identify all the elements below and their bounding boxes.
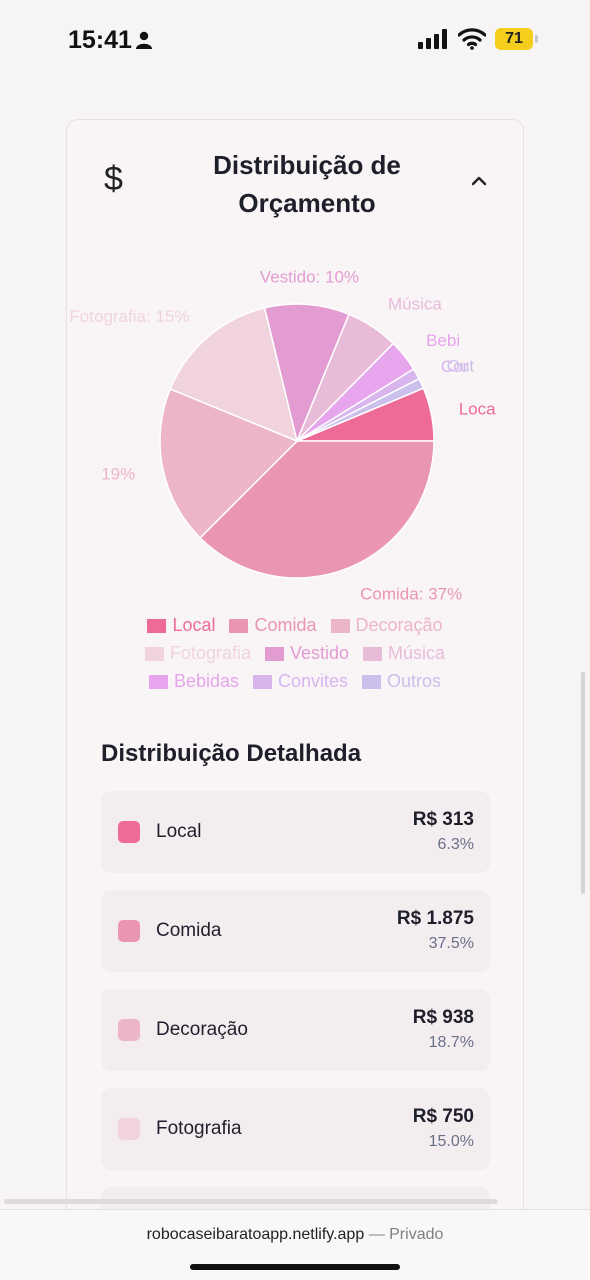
person-icon [136,31,152,49]
battery-tip [535,35,538,43]
legend-swatch [363,646,383,661]
status-bar: 15:41 71 [0,0,590,80]
browser-url-bar[interactable]: robocaseibaratoapp.netlify.app — Privado [0,1209,590,1280]
legend-item-convites[interactable]: Convites [253,671,348,692]
legend-swatch [253,674,272,689]
private-mode-label: — Privado [368,1226,444,1243]
legend-item-música[interactable]: Música [363,643,445,664]
detail-name: Comida [156,920,222,941]
detail-row-comida: Comida R$ 1.875 37.5% [101,890,490,972]
wifi-icon [458,28,486,50]
home-indicator[interactable] [190,1264,400,1270]
signal-icon [418,29,447,49]
detail-name: Fotografia [156,1118,242,1139]
pie-chart: Loca Comida: 37% 19% Fotografia: 15% Vestido… [69,267,496,603]
pie-label-vestido: Vestido: 10% [260,267,359,286]
legend-label: Música [388,643,446,663]
detail-amount: R$ 313 [412,809,474,830]
pie-label-comida: Comida: 37% [360,584,462,603]
detail-title: Distribuição Detalhada [101,740,362,767]
chart-legend: Local Comida Decoração Fotografia Vestido Mús… [67,615,523,692]
detail-percent: 6.3% [437,836,474,853]
status-time: 15:41 [68,26,132,54]
legend-swatch [264,646,284,661]
detail-row-decoração: Decoração R$ 938 18.7% [101,989,490,1071]
detail-swatch [118,920,140,942]
detail-list: Local R$ 313 6.3% Comida R$ 1.875 37.5% Decora… [101,791,490,1280]
legend-swatch [148,674,168,689]
horizontal-scrollbar[interactable] [4,1199,498,1204]
card-title: Distribuição de Orçamento [213,150,401,218]
detail-row-fotografia: Fotografia R$ 750 15.0% [101,1088,490,1170]
detail-amount: R$ 938 [412,1007,474,1028]
pie-label-local: Loca [459,400,496,419]
url-text[interactable]: robocaseibaratoapp.netlify.app — Privado [0,1226,590,1244]
legend-item-vestido[interactable]: Vestido [264,643,350,664]
legend-item-comida[interactable]: Comida [229,615,317,636]
legend-label: Outros [387,671,442,691]
detail-percent: 15.0% [428,1133,474,1150]
pie-label-decoração: 19% [101,464,135,483]
chevron-up-icon[interactable] [470,174,488,188]
detail-percent: 18.7% [428,1034,474,1051]
legend-label: Local [172,615,216,635]
legend-swatch [330,618,350,633]
detail-swatch [118,1019,140,1041]
legend-label: Decoração [355,615,443,635]
legend-label: Bebidas [173,671,239,691]
detail-amount: R$ 750 [412,1106,474,1127]
url-domain: robocaseibaratoapp.netlify.app [146,1226,365,1243]
legend-item-decoração[interactable]: Decoração [330,615,443,636]
legend-swatch [144,646,164,661]
legend-label: Comida [254,615,317,635]
pie-label-outros: Out [447,357,475,376]
legend-swatch [229,618,249,633]
detail-row-local: Local R$ 313 6.3% [101,791,490,873]
battery-icon: 71 [495,28,533,50]
pie-label-música: Música [388,294,442,313]
detail-name: Local [156,821,202,842]
pie-label-bebidas: Bebi [426,331,460,350]
legend-item-fotografia[interactable]: Fotografia [144,643,251,664]
legend-label: Fotografia [169,643,251,663]
detail-swatch [118,821,140,843]
vertical-scrollbar[interactable] [581,672,585,894]
legend-item-bebidas[interactable]: Bebidas [148,671,239,692]
detail-percent: 37.5% [428,935,474,952]
legend-label: Convites [278,671,349,691]
legend-item-local[interactable]: Local [147,615,215,636]
card-header[interactable]: $ Distribuição de Orçamento [67,120,523,240]
battery-level: 71 [505,30,523,47]
legend-label: Vestido [289,643,350,663]
dollar-icon: $ [104,160,123,198]
legend-swatch [362,674,382,689]
detail-swatch [118,1118,140,1140]
detail-amount: R$ 1.875 [396,908,474,929]
legend-item-outros[interactable]: Outros [362,671,441,692]
pie-label-fotografia: Fotografia: 15% [69,307,189,326]
budget-card: $ Distribuição de Orçamento Loca Comida: … [66,119,524,1269]
detail-name: Decoração [156,1019,248,1040]
legend-swatch [147,618,167,633]
